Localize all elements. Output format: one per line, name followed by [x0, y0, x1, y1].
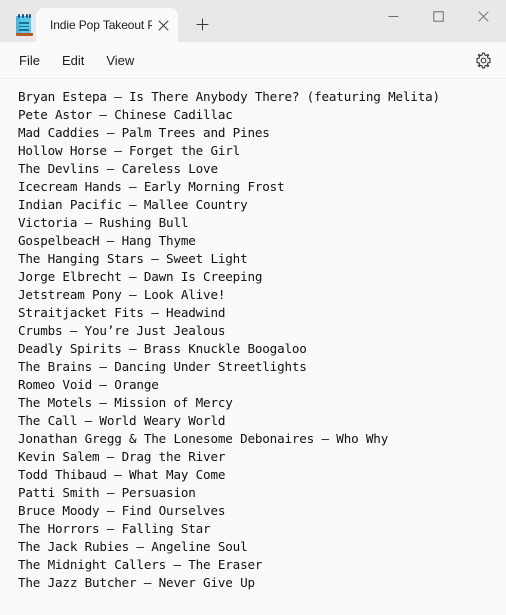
close-button[interactable] [461, 0, 506, 33]
plus-icon [196, 18, 209, 31]
close-icon [478, 11, 489, 22]
menu-item-view[interactable]: View [95, 49, 145, 72]
new-tab-button[interactable] [186, 9, 218, 39]
notepad-icon [14, 14, 34, 36]
notepad-window: Indie Pop Takeout Playlist 03-23-2 [0, 0, 506, 615]
settings-button[interactable] [468, 45, 498, 75]
window-controls [371, 0, 506, 33]
text-editor-area[interactable]: Bryan Estepa – Is There Anybody There? (… [0, 79, 506, 615]
minimize-button[interactable] [371, 0, 416, 33]
menu-item-file[interactable]: File [8, 49, 51, 72]
tab-close-icon[interactable] [152, 14, 174, 36]
title-bar: Indie Pop Takeout Playlist 03-23-2 [0, 0, 506, 42]
document-text[interactable]: Bryan Estepa – Is There Anybody There? (… [18, 88, 506, 592]
menu-bar: File Edit View [0, 42, 506, 79]
tab-title: Indie Pop Takeout Playlist 03-23-2 [50, 18, 152, 32]
menu-item-edit[interactable]: Edit [51, 49, 95, 72]
tab-playlist[interactable]: Indie Pop Takeout Playlist 03-23-2 [36, 8, 178, 42]
maximize-icon [433, 11, 444, 22]
maximize-button[interactable] [416, 0, 461, 33]
gear-icon [475, 52, 492, 69]
minimize-icon [388, 11, 399, 22]
